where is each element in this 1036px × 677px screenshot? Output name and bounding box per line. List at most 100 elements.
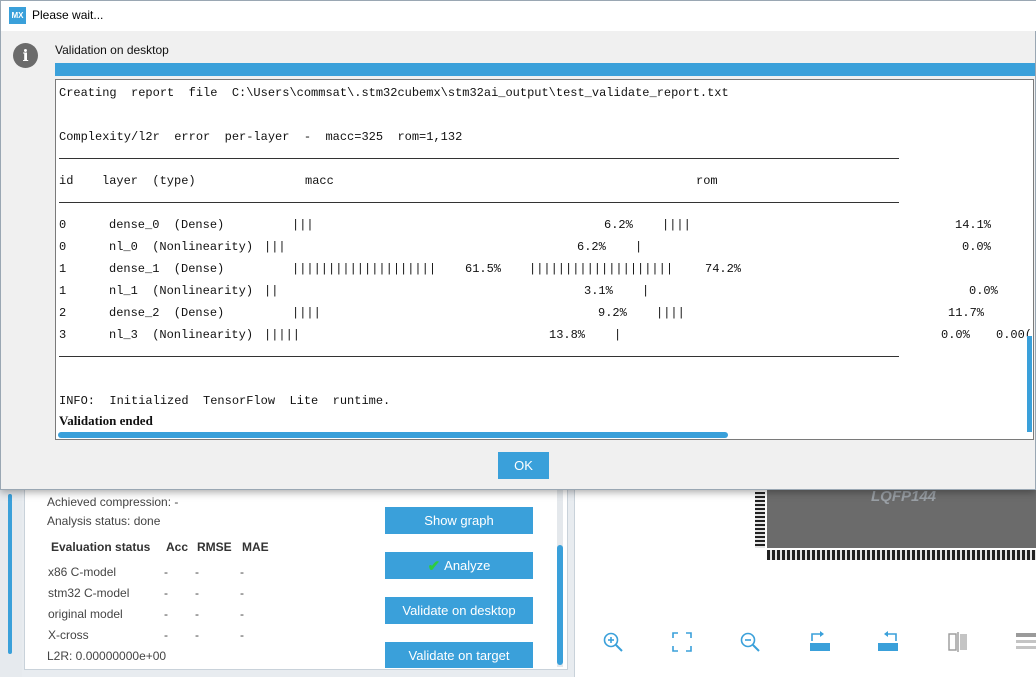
row-macc-bars: |||||: [264, 328, 301, 342]
row-layer: dense_1 (Dense): [109, 262, 225, 276]
validate-desktop-label: Validate on desktop: [402, 603, 516, 618]
mcu-chip[interactable]: LQFP144: [767, 480, 1036, 548]
row-layer: nl_0 (Nonlinearity): [109, 240, 254, 254]
row-rom-pct: 11.7%: [948, 306, 985, 320]
show-graph-button[interactable]: Show graph: [385, 507, 533, 534]
show-graph-label: Show graph: [424, 513, 494, 528]
chip-view: LQFP144: [574, 480, 1036, 677]
please-wait-dialog: MX Please wait... i Validation on deskto…: [0, 0, 1036, 490]
analyze-button[interactable]: ✔ Analyze: [385, 552, 533, 579]
left-rail: [0, 480, 22, 677]
eval-row-rmse: -: [195, 628, 199, 642]
row-id: 1: [59, 284, 67, 298]
eval-row-name: stm32 C-model: [48, 586, 130, 600]
flip-icon[interactable]: [946, 630, 970, 654]
row-macc-bars: ||||: [292, 306, 321, 320]
row-id: 2: [59, 306, 67, 320]
eval-row-mae: -: [240, 628, 244, 642]
zoom-in-icon[interactable]: [601, 630, 625, 654]
validate-desktop-button[interactable]: Validate on desktop: [385, 597, 533, 624]
eval-row-name: x86 C-model: [48, 565, 117, 579]
eval-row-mae: -: [240, 565, 244, 579]
col-header-id: id: [59, 174, 74, 188]
analysis-panel: Achieved compression: - Analysis status:…: [24, 480, 568, 670]
eval-row-acc: -: [164, 565, 168, 579]
row-rom-bars: ||||: [662, 218, 691, 232]
achieved-compression: Achieved compression: -: [47, 495, 179, 509]
log-divider: [59, 356, 899, 357]
log-creating-line: Creating report file C:\Users\commsat\.s…: [59, 86, 729, 100]
row-rom-bars: ||||||||||||||||||||: [529, 262, 674, 276]
row-rom-bars: ||||: [656, 306, 685, 320]
eval-header-rmse: RMSE: [197, 540, 232, 554]
row-macc-bars: |||: [292, 218, 314, 232]
fit-screen-icon[interactable]: [670, 630, 694, 654]
row-macc-pct: 9.2%: [598, 306, 627, 320]
row-layer: nl_3 (Nonlinearity): [109, 328, 254, 342]
eval-row-acc: -: [164, 607, 168, 621]
eval-header-mae: MAE: [242, 540, 269, 554]
log-content: Creating report file C:\Users\commsat\.s…: [59, 80, 1032, 432]
validate-target-button[interactable]: Validate on target: [385, 642, 533, 668]
dialog-title: Please wait...: [32, 8, 104, 22]
stm32cubemx-logo-icon: MX: [9, 7, 26, 24]
log-vertical-scrollbar[interactable]: [1027, 336, 1032, 432]
dialog-message: Validation on desktop: [55, 43, 169, 57]
row-macc-pct: 13.8%: [549, 328, 586, 342]
check-icon: ✔: [427, 557, 441, 575]
eval-row-acc: -: [164, 628, 168, 642]
chip-pins-left: [755, 492, 765, 548]
chip-label: LQFP144: [871, 488, 937, 505]
l2r-value: L2R: 0.00000000e+00: [47, 649, 167, 663]
left-rail-scrollbar[interactable]: [8, 494, 12, 654]
info-icon: i: [13, 43, 38, 68]
eval-header-status: Evaluation status: [51, 540, 151, 554]
rotate-left-icon[interactable]: [876, 630, 900, 654]
row-rom-bars: |: [642, 284, 650, 298]
rotate-right-icon[interactable]: [808, 630, 832, 654]
row-rom-bars: |: [614, 328, 622, 342]
ok-button[interactable]: OK: [498, 452, 549, 479]
row-macc-pct: 3.1%: [584, 284, 613, 298]
row-rom-pct: 0.0%: [941, 328, 970, 342]
zoom-out-icon[interactable]: [738, 630, 762, 654]
row-macc-pct: 6.2%: [577, 240, 606, 254]
row-id: 3: [59, 328, 67, 342]
eval-row-rmse: -: [195, 607, 199, 621]
row-macc-pct: 6.2%: [604, 218, 633, 232]
col-header-layer: layer (type): [102, 174, 196, 188]
log-info-line: INFO: Initialized TensorFlow Lite runtim…: [59, 394, 391, 408]
row-macc-bars: |||: [264, 240, 286, 254]
log-complexity-line: Complexity/l2r error per-layer - macc=32…: [59, 130, 463, 144]
eval-row-mae: -: [240, 607, 244, 621]
eval-row-rmse: -: [195, 565, 199, 579]
row-id: 1: [59, 262, 67, 276]
eval-row-acc: -: [164, 586, 168, 600]
col-header-rom: rom: [696, 174, 718, 188]
row-rom-bars: |: [635, 240, 643, 254]
validation-log[interactable]: Creating report file C:\Users\commsat\.s…: [55, 79, 1034, 440]
chip-pins-bottom: [767, 550, 1036, 560]
analyze-label: Analyze: [444, 558, 491, 573]
row-layer: dense_2 (Dense): [109, 306, 225, 320]
row-id: 0: [59, 218, 67, 232]
row-layer: nl_1 (Nonlinearity): [109, 284, 254, 298]
dialog-titlebar[interactable]: MX Please wait...: [1, 1, 1036, 31]
validate-target-label: Validate on target: [408, 647, 510, 663]
eval-row-mae: -: [240, 586, 244, 600]
panel-scrollbar[interactable]: [557, 545, 563, 665]
list-icon[interactable]: [1015, 630, 1036, 654]
log-divider: [59, 158, 899, 159]
row-macc-bars: ||: [264, 284, 279, 298]
row-macc-bars: ||||||||||||||||||||: [292, 262, 437, 276]
log-divider: [59, 202, 899, 203]
row-rom-pct: 14.1%: [955, 218, 992, 232]
log-horizontal-scrollbar[interactable]: [58, 432, 728, 438]
row-rom-pct: 0.0%: [962, 240, 991, 254]
row-layer: dense_0 (Dense): [109, 218, 225, 232]
analysis-status: Analysis status: done: [47, 514, 161, 528]
progress-bar: [55, 63, 1035, 76]
eval-row-name: original model: [48, 607, 123, 621]
eval-row-name: X-cross: [48, 628, 89, 642]
row-rom-pct: 0.0%: [969, 284, 998, 298]
